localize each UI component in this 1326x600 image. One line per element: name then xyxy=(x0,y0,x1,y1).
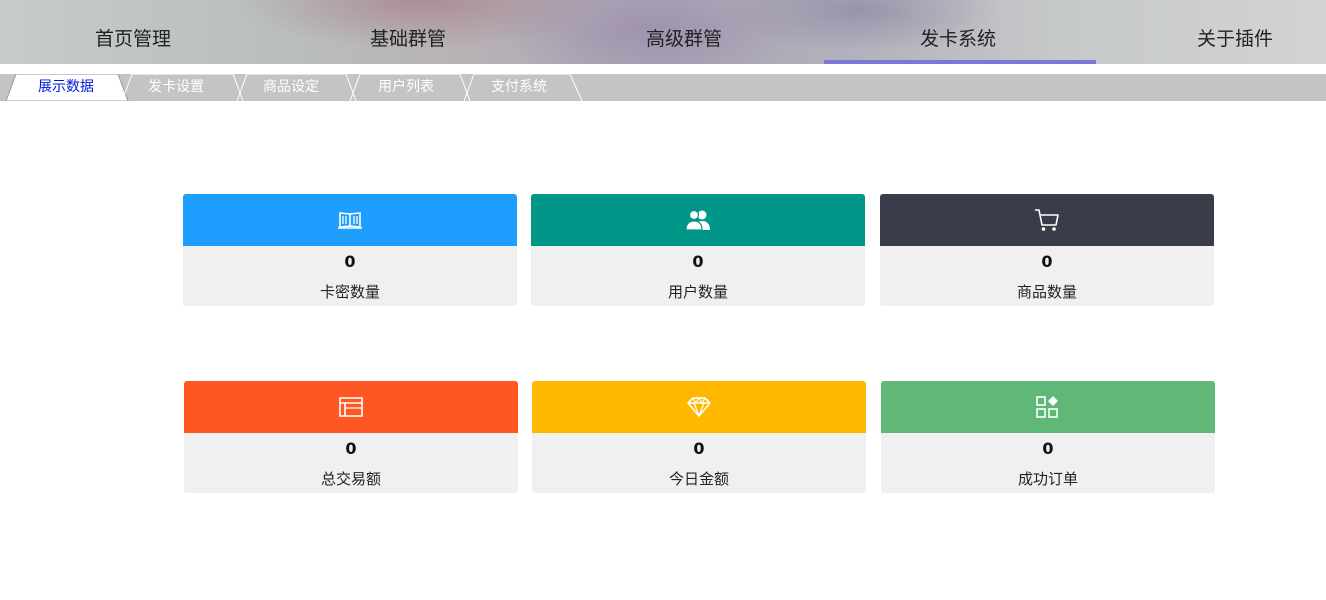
app-grid-icon xyxy=(1036,396,1058,418)
stat-card-header xyxy=(881,381,1215,433)
nav-item-about[interactable]: 关于插件 xyxy=(1197,0,1273,64)
stat-card-products: 0 商品数量 xyxy=(880,194,1214,306)
nav-item-basic-group[interactable]: 基础群管 xyxy=(370,0,446,64)
stat-card-header xyxy=(184,381,518,433)
tab-payment-system[interactable]: 支付系统 xyxy=(491,74,547,101)
stat-value: 0 xyxy=(1042,439,1054,458)
stat-label: 卡密数量 xyxy=(319,283,380,301)
diamond-icon xyxy=(687,396,711,418)
stat-label: 商品数量 xyxy=(1016,283,1077,301)
tab-user-list[interactable]: 用户列表 xyxy=(378,74,434,101)
stat-value: 0 xyxy=(693,439,705,458)
nav-item-advanced-group[interactable]: 高级群管 xyxy=(646,0,722,64)
browser-window-icon xyxy=(339,397,363,417)
tab-label: 支付系统 xyxy=(491,79,547,95)
tab-label: 商品设定 xyxy=(263,79,319,95)
stat-card-header xyxy=(532,381,866,433)
tab-display-data[interactable]: 展示数据 xyxy=(38,74,94,101)
cart-icon xyxy=(1035,209,1059,231)
stat-label: 用户数量 xyxy=(667,283,728,301)
tab-label: 用户列表 xyxy=(378,79,434,95)
nav-item-home[interactable]: 首页管理 xyxy=(95,0,171,64)
stat-card-card-keys: 0 卡密数量 xyxy=(183,194,517,306)
stat-value: 0 xyxy=(1041,252,1053,271)
tab-label: 展示数据 xyxy=(38,79,94,95)
book-icon xyxy=(338,212,362,229)
stat-label: 总交易额 xyxy=(320,470,381,488)
top-navigation: 首页管理 基础群管 高级群管 发卡系统 关于插件 xyxy=(0,0,1326,64)
tab-bar: 展示数据 发卡设置 商品设定 用户列表 支付系统 xyxy=(0,74,1326,101)
stat-card-successful-orders: 0 成功订单 xyxy=(881,381,1215,493)
stat-card-header xyxy=(531,194,865,246)
stat-card-total-transactions: 0 总交易额 xyxy=(184,381,518,493)
tab-label: 发卡设置 xyxy=(148,79,204,95)
nav-active-indicator xyxy=(824,60,1096,64)
stat-card-users: 0 用户数量 xyxy=(531,194,865,306)
users-icon xyxy=(685,209,710,231)
stat-value: 0 xyxy=(344,252,356,271)
stat-value: 0 xyxy=(345,439,357,458)
tab-card-settings[interactable]: 发卡设置 xyxy=(148,74,204,101)
tab-product-settings[interactable]: 商品设定 xyxy=(263,74,319,101)
stat-label: 今日金额 xyxy=(668,470,729,488)
stat-label: 成功订单 xyxy=(1017,470,1078,488)
stat-card-header xyxy=(880,194,1214,246)
stat-card-header xyxy=(183,194,517,246)
stat-card-today-amount: 0 今日金额 xyxy=(532,381,866,493)
stat-value: 0 xyxy=(692,252,704,271)
nav-item-card-system[interactable]: 发卡系统 xyxy=(920,0,996,64)
